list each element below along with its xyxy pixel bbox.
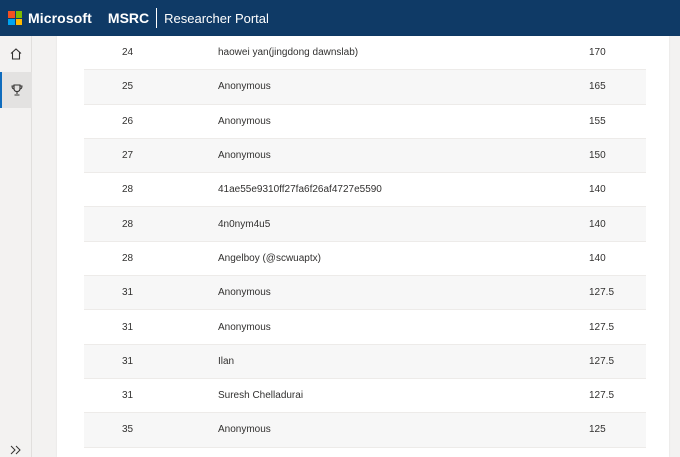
researcher-name-cell: Anonymous (218, 81, 271, 93)
brand-name: Microsoft (28, 10, 92, 26)
leaderboard-panel: 24 haowei yan(jingdong dawnslab) 170 25 Anon… (57, 36, 669, 457)
microsoft-logo-link[interactable]: Microsoft (8, 0, 92, 36)
table-row: 31 Ilan 127.5 (84, 344, 646, 379)
table-row: 31 Suresh Chelladurai 127.5 (84, 379, 646, 414)
leaderboard-rows: 24 haowei yan(jingdong dawnslab) 170 25 Anon… (84, 36, 646, 448)
researcher-name-cell: Angelboy (@scwuaptx) (218, 252, 321, 264)
table-row: 31 Anonymous 127.5 (84, 276, 646, 311)
rank-cell: 31 (122, 287, 134, 299)
researcher-name-cell: 41ae55e9310ff27fa6f26af4727e5590 (218, 184, 382, 196)
home-icon (10, 48, 22, 60)
points-cell: 140 (589, 184, 606, 196)
table-row: 28 4n0nym4u5 140 (84, 207, 646, 242)
researcher-name-cell: Ilan (218, 355, 235, 367)
points-cell: 170 (589, 47, 606, 59)
header-divider (156, 8, 158, 28)
points-cell: 125 (589, 424, 606, 436)
nav-home-button[interactable] (0, 36, 32, 72)
researcher-name-cell: Anonymous (218, 115, 271, 127)
rank-cell: 28 (122, 252, 134, 264)
points-cell: 127.5 (589, 355, 615, 367)
top-bar: Microsoft MSRC Researcher Portal (0, 0, 680, 36)
researcher-name-cell: 4n0nym4u5 (218, 218, 271, 230)
portal-title-link[interactable]: Researcher Portal (164, 11, 269, 26)
researcher-name-cell: Suresh Chelladurai (218, 390, 304, 402)
table-row: 28 41ae55e9310ff27fa6f26af4727e5590 140 (84, 173, 646, 208)
table-row: 28 Angelboy (@scwuaptx) 140 (84, 242, 646, 277)
rank-cell: 24 (122, 47, 134, 59)
researcher-name-cell: Anonymous (218, 150, 271, 162)
table-row: 27 Anonymous 150 (84, 138, 646, 174)
points-cell: 127.5 (589, 287, 615, 299)
researcher-name-cell: haowei yan(jingdong dawnslab) (218, 47, 359, 59)
nav-leaderboard-button[interactable] (0, 72, 32, 108)
product-link[interactable]: MSRC (108, 10, 149, 26)
trophy-icon (11, 84, 23, 96)
table-row: 24 haowei yan(jingdong dawnslab) 170 (84, 36, 646, 71)
sidebar (0, 36, 32, 457)
rank-cell: 28 (122, 218, 134, 230)
leaderboard-table: 24 haowei yan(jingdong dawnslab) 170 25 Anon… (84, 36, 646, 448)
microsoft-logo-icon (8, 11, 22, 25)
points-cell: 127.5 (589, 390, 615, 402)
points-cell: 140 (589, 218, 606, 230)
rank-cell: 31 (122, 390, 134, 402)
table-row: 31 Anonymous 127.5 (84, 310, 646, 345)
points-cell: 140 (589, 252, 606, 264)
points-cell: 165 (589, 81, 606, 93)
points-cell: 127.5 (589, 321, 615, 333)
table-row: 35 Anonymous 125 (84, 413, 646, 448)
table-row: 26 Anonymous 155 (84, 105, 646, 139)
rank-cell: 35 (122, 424, 134, 436)
rank-cell: 31 (122, 355, 134, 367)
points-cell: 155 (589, 115, 606, 127)
rank-cell: 31 (122, 321, 134, 333)
researcher-name-cell: Anonymous (218, 321, 271, 333)
double-chevron-right-icon (10, 445, 21, 455)
researcher-name-cell: Anonymous (218, 424, 271, 436)
sidebar-expand-button[interactable] (0, 443, 32, 457)
rank-cell: 25 (122, 81, 134, 93)
points-cell: 150 (589, 150, 606, 162)
rank-cell: 28 (122, 184, 134, 196)
researcher-name-cell: Anonymous (218, 287, 271, 299)
rank-cell: 26 (122, 115, 134, 127)
table-row: 25 Anonymous 165 (84, 70, 646, 105)
rank-cell: 27 (122, 150, 134, 162)
